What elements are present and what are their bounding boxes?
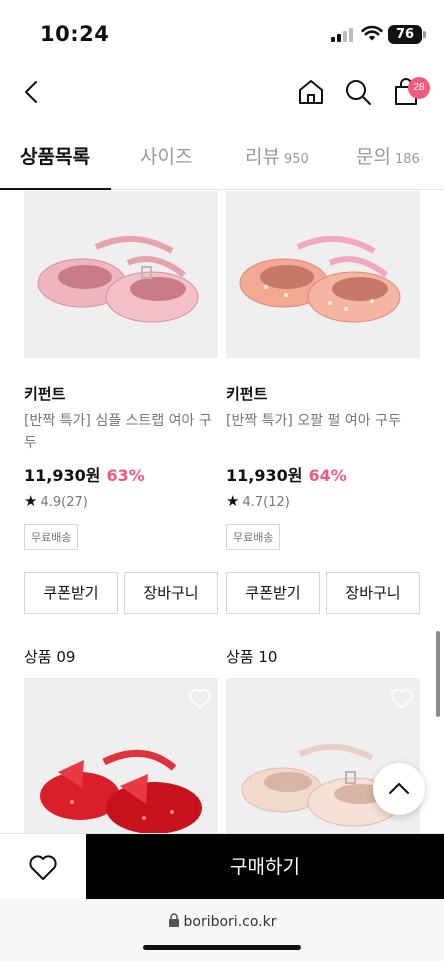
tab-inquiries[interactable]: 문의 186	[356, 142, 420, 169]
wishlist-heart-icon[interactable]	[188, 688, 212, 710]
add-to-cart-button[interactable]: 장바구니	[124, 572, 218, 614]
scrollbar-thumb[interactable]	[436, 631, 440, 717]
home-icon[interactable]	[296, 77, 326, 107]
product-image[interactable]	[24, 678, 218, 833]
back-icon[interactable]	[18, 78, 46, 106]
status-bar: 10:24 76	[0, 0, 444, 64]
shoe-image	[37, 236, 199, 323]
active-tab-indicator	[0, 188, 111, 190]
product-brand: 키펀트	[24, 385, 66, 403]
tab-label: 리뷰	[245, 146, 280, 168]
product-image[interactable]	[24, 191, 218, 358]
rating-value: 4.9(27)	[40, 495, 88, 510]
buy-button[interactable]: 구매하기	[86, 834, 444, 900]
shoe-image	[239, 236, 401, 323]
product-discount: 63%	[106, 466, 145, 485]
free-shipping-tag: 무료배송	[226, 524, 281, 550]
tab-size[interactable]: 사이즈	[140, 142, 192, 169]
product-name[interactable]: [반짝 특가] 심플 스트랩 여아 구두	[24, 410, 218, 454]
product-list: 키펀트 [반짝 특가] 심플 스트랩 여아 구두 11,930원 63% ★ 4.9…	[0, 191, 444, 833]
url-display[interactable]: boribori.co.kr	[0, 913, 444, 930]
product-image[interactable]	[226, 191, 420, 358]
signal-icon	[331, 28, 353, 42]
product-rating: ★ 4.7(12)	[226, 492, 290, 510]
scroll-to-top-button[interactable]	[373, 763, 425, 815]
browser-url-bar[interactable]: boribori.co.kr	[0, 899, 444, 961]
coupon-button[interactable]: 쿠폰받기	[226, 572, 320, 614]
tab-label: 상품목록	[20, 146, 90, 168]
product-discount: 64%	[308, 466, 347, 485]
search-icon[interactable]	[343, 77, 373, 107]
product-name[interactable]: [반짝 특가] 오팔 펄 여아 구두	[226, 410, 420, 432]
cart-count-badge: 28	[408, 77, 430, 99]
tab-reviews[interactable]: 리뷰 950	[245, 142, 309, 169]
product-price: 11,930원	[226, 466, 303, 485]
wifi-icon	[361, 25, 383, 41]
status-time: 10:24	[40, 22, 110, 46]
coupon-button[interactable]: 쿠폰받기	[24, 572, 118, 614]
rating-value: 4.7(12)	[242, 495, 290, 510]
star-icon: ★	[24, 492, 38, 510]
product-label: 상품 10	[226, 648, 278, 666]
product-tabs: 상품목록 사이즈 리뷰 950 문의 186	[0, 130, 444, 190]
tab-label: 사이즈	[140, 146, 193, 168]
tab-count: 186	[394, 152, 420, 167]
chevron-up-icon	[389, 783, 409, 794]
product-label: 상품 09	[24, 648, 76, 666]
lock-icon	[168, 913, 179, 927]
wishlist-button[interactable]	[0, 834, 86, 900]
home-indicator[interactable]	[143, 945, 301, 950]
free-shipping-tag: 무료배송	[24, 524, 79, 550]
wishlist-heart-icon[interactable]	[390, 688, 414, 710]
battery-indicator: 76	[388, 25, 422, 44]
product-price-row: 11,930원 63%	[24, 462, 145, 486]
product-brand: 키펀트	[226, 385, 268, 403]
add-to-cart-button[interactable]: 장바구니	[326, 572, 420, 614]
purchase-bar: 구매하기	[0, 833, 444, 900]
url-text: boribori.co.kr	[183, 914, 277, 930]
product-rating: ★ 4.9(27)	[24, 492, 88, 510]
tab-count: 950	[283, 152, 309, 167]
nav-header: 28	[0, 64, 444, 122]
tab-product-list[interactable]: 상품목록	[20, 142, 90, 169]
tab-label: 문의	[356, 146, 391, 168]
battery-tip	[423, 31, 426, 38]
heart-icon	[29, 855, 57, 880]
star-icon: ★	[226, 492, 240, 510]
product-price-row: 11,930원 64%	[226, 462, 347, 486]
product-price: 11,930원	[24, 466, 101, 485]
